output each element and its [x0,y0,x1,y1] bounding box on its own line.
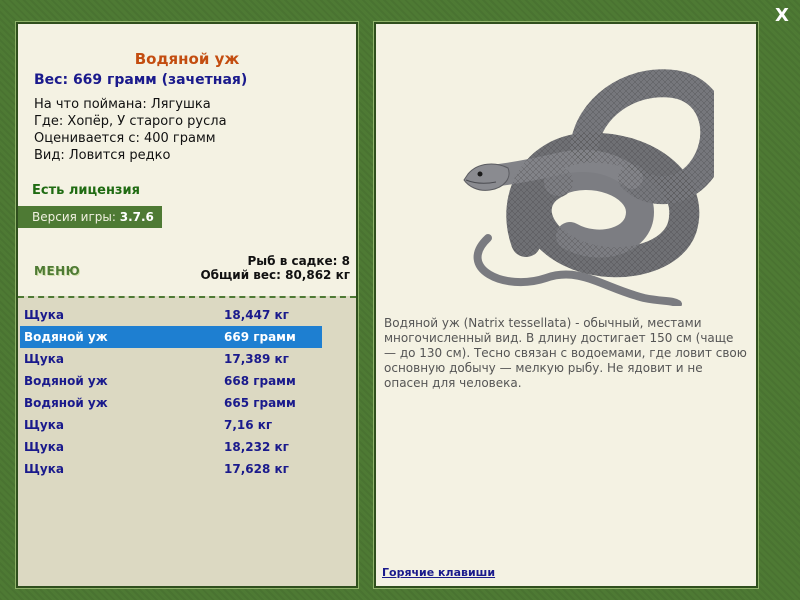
fish-weight: Вес: 669 грамм (зачетная) [34,72,248,88]
catch-fish-weight: 665 грамм [224,396,296,410]
rarity: Вид: Ловится редко [34,148,171,163]
catch-row[interactable]: Щука 18,447 кг [20,304,322,326]
catch-fish-name: Водяной уж [24,330,108,344]
fish-details: На что поймана: Лягушка Где: Хопёр, У ст… [34,96,227,164]
fish-description: Водяной уж (Natrix tessellata) - обычный… [384,316,747,390]
catch-row[interactable]: Щука 7,16 кг [20,414,322,436]
catch-row[interactable]: Щука 18,232 кг [20,436,322,458]
fish-in-cage: Рыб в садке: 8 [247,254,351,268]
catch-fish-name: Щука [24,418,64,432]
catch-fish-weight: 17,389 кг [224,352,289,366]
game-version: Версия игры: 3.7.6 [18,206,162,228]
catch-list: Щука 18,447 кг Водяной уж 669 грамм Щука 17,3… [20,304,322,480]
version-number: 3.7.6 [119,210,154,224]
catch-fish-name: Водяной уж [24,396,108,410]
hotkeys-link[interactable]: Горячие клавиши [382,566,495,579]
catch-fish-name: Щука [24,440,64,454]
catch-row[interactable]: Щука 17,389 кг [20,348,322,370]
catch-fish-weight: 18,447 кг [224,308,289,322]
total-weight: Общий вес: 80,862 кг [200,268,350,282]
menu-button[interactable]: МЕНЮ [34,264,80,278]
caught-location: Где: Хопёр, У старого русла [34,114,227,129]
catch-fish-name: Щука [24,308,64,322]
catch-fish-name: Водяной уж [24,374,108,388]
min-scoring-weight: Оценивается с: 400 грамм [34,131,216,146]
cage-stats: Рыб в садке: 8 Общий вес: 80,862 кг [200,254,350,282]
fish-info-panel: Водяной уж Вес: 669 грамм (зачетная) На … [16,22,358,588]
snake-image [463,69,714,306]
catch-fish-weight: 18,232 кг [224,440,289,454]
fish-image-panel: Водяной уж (Natrix tessellata) - обычный… [374,22,758,588]
catch-row[interactable]: Водяной уж 665 грамм [20,392,322,414]
catch-row[interactable]: Водяной уж 669 грамм [20,326,322,348]
close-button[interactable]: X [770,4,794,28]
catch-row[interactable]: Щука 17,628 кг [20,458,322,480]
catch-row[interactable]: Водяной уж 668 грамм [20,370,322,392]
version-label: Версия игры: [32,210,120,224]
catch-fish-name: Щука [24,462,64,476]
caught-on-bait: На что поймана: Лягушка [34,97,211,112]
license-status: Есть лицензия [32,183,140,198]
catch-fish-weight: 17,628 кг [224,462,289,476]
catch-fish-weight: 668 грамм [224,374,296,388]
fish-title: Водяной уж [134,50,240,68]
catch-fish-weight: 7,16 кг [224,418,273,432]
catch-fish-name: Щука [24,352,64,366]
catch-fish-weight: 669 грамм [224,330,296,344]
